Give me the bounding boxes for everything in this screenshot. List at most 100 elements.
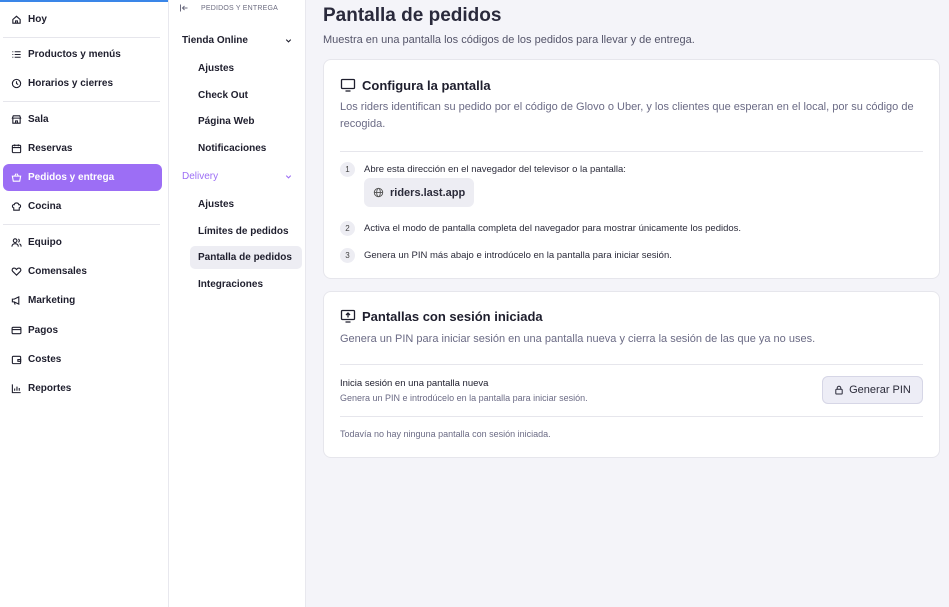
page-subtitle: Muestra en una pantalla los códigos de l… bbox=[323, 34, 695, 46]
sidebar-item-label: Comensales bbox=[28, 266, 87, 277]
new-screen-subtitle: Genera un PIN e introdúcelo en la pantal… bbox=[340, 393, 588, 403]
card-description: Genera un PIN para iniciar sesión en una… bbox=[340, 333, 816, 345]
sidebar-item-productos[interactable]: Productos y menús bbox=[3, 41, 162, 68]
page-title: Pantalla de pedidos bbox=[323, 5, 502, 26]
sidebar-item-pedidos[interactable]: Pedidos y entrega bbox=[3, 164, 162, 191]
sidebar-item-label: Reportes bbox=[28, 383, 72, 394]
subnav-label: Ajustes bbox=[198, 63, 235, 74]
card-title-text: Pantallas con sesión iniciada bbox=[362, 308, 543, 324]
sidebar-item-label: Horarios y cierres bbox=[28, 78, 114, 89]
sidebar-item-label: Equipo bbox=[28, 237, 62, 248]
subnav-label: Check Out bbox=[198, 90, 249, 101]
sidebar-item-horarios[interactable]: Horarios y cierres bbox=[3, 70, 162, 97]
globe-icon bbox=[373, 187, 384, 198]
card-title: Pantallas con sesión iniciada bbox=[340, 308, 543, 324]
divider bbox=[340, 364, 923, 365]
sidebar-item-marketing[interactable]: Marketing bbox=[3, 287, 162, 314]
group-label: Tienda Online bbox=[182, 34, 248, 46]
button-label: Generar PIN bbox=[849, 384, 911, 396]
monitor-icon bbox=[340, 78, 356, 92]
subnav-item-notificaciones[interactable]: Notificaciones bbox=[190, 137, 302, 160]
step-1: 1 Abre esta dirección en el navegador de… bbox=[340, 162, 626, 177]
subnav-label: Página Web bbox=[198, 116, 255, 127]
sidebar-item-label: Productos y menús bbox=[28, 49, 121, 60]
step-number: 2 bbox=[340, 221, 355, 236]
step-text: Genera un PIN más abajo e introdúcelo en… bbox=[364, 250, 672, 261]
card-description: Los riders identifican su pedido por el … bbox=[340, 101, 914, 130]
url-text: riders.last.app bbox=[390, 186, 466, 199]
logged-screens-card: Pantallas con sesión iniciada Genera un … bbox=[323, 291, 940, 458]
sidebar-item-pagos[interactable]: Pagos bbox=[3, 317, 162, 344]
basket-icon bbox=[11, 172, 22, 183]
users-icon bbox=[11, 237, 22, 248]
sidebar-item-reportes[interactable]: Reportes bbox=[3, 375, 162, 402]
step-3: 3 Genera un PIN más abajo e introdúcelo … bbox=[340, 248, 672, 263]
home-icon bbox=[11, 14, 22, 25]
lock-icon bbox=[835, 385, 843, 395]
divider bbox=[3, 101, 160, 102]
url-chip[interactable]: riders.last.app bbox=[364, 178, 475, 207]
divider bbox=[3, 224, 160, 225]
new-screen-title: Inicia sesión en una pantalla nueva bbox=[340, 378, 489, 389]
subnav-item-ajustes-delivery[interactable]: Ajustes bbox=[190, 193, 302, 216]
card-title: Configura la pantalla bbox=[340, 77, 491, 93]
configure-screen-card: Configura la pantalla Los riders identif… bbox=[323, 59, 940, 279]
subnav-item-check-out[interactable]: Check Out bbox=[190, 84, 302, 107]
top-accent-line bbox=[0, 0, 168, 2]
card-title-text: Configura la pantalla bbox=[362, 77, 491, 93]
sidebar-item-label: Hoy bbox=[28, 14, 47, 25]
sidebar-item-equipo[interactable]: Equipo bbox=[3, 229, 162, 256]
sidebar-item-reservas[interactable]: Reservas bbox=[3, 135, 162, 162]
collapse-icon[interactable] bbox=[179, 3, 189, 13]
sidebar-item-comensales[interactable]: Comensales bbox=[3, 258, 162, 285]
section-title: PEDIDOS Y ENTREGA bbox=[201, 4, 279, 12]
card-icon bbox=[11, 325, 22, 336]
divider bbox=[340, 151, 923, 152]
step-text: Abre esta dirección en el navegador del … bbox=[364, 164, 626, 175]
empty-state-text: Todavía no hay ninguna pantalla con sesi… bbox=[340, 429, 551, 439]
clock-icon bbox=[11, 78, 22, 89]
wallet-icon bbox=[11, 354, 22, 365]
calendar-icon bbox=[11, 143, 22, 154]
generate-pin-button[interactable]: Generar PIN bbox=[822, 376, 923, 404]
subnav-label: Notificaciones bbox=[198, 143, 267, 154]
section-header: PEDIDOS Y ENTREGA bbox=[179, 3, 278, 13]
subnav-label: Límites de pedidos bbox=[198, 226, 289, 237]
subnav-item-limites[interactable]: Límites de pedidos bbox=[190, 220, 302, 243]
step-text: Activa el modo de pantalla completa del … bbox=[364, 223, 742, 234]
chevron-down-icon bbox=[285, 174, 292, 179]
sidebar-item-label: Cocina bbox=[28, 201, 62, 212]
sidebar-item-hoy[interactable]: Hoy bbox=[3, 6, 162, 33]
sidebar-item-label: Costes bbox=[28, 354, 62, 365]
subnav-item-integraciones[interactable]: Integraciones bbox=[190, 273, 302, 296]
step-2: 2 Activa el modo de pantalla completa de… bbox=[340, 221, 741, 236]
divider bbox=[340, 416, 923, 417]
sidebar-item-label: Reservas bbox=[28, 143, 73, 154]
sidebar-item-label: Pedidos y entrega bbox=[28, 172, 115, 183]
sidebar-item-label: Marketing bbox=[28, 295, 76, 306]
step-number: 3 bbox=[340, 248, 355, 263]
chart-icon bbox=[11, 383, 22, 394]
list-icon bbox=[11, 49, 22, 60]
subnav-label: Ajustes bbox=[198, 199, 235, 210]
store-icon bbox=[11, 114, 22, 125]
chef-hat-icon bbox=[11, 201, 22, 212]
subnav-item-pantalla-pedidos[interactable]: Pantalla de pedidos bbox=[190, 246, 302, 269]
subnav-label: Integraciones bbox=[198, 279, 264, 290]
sidebar-item-cocina[interactable]: Cocina bbox=[3, 193, 162, 220]
heart-icon bbox=[11, 266, 22, 277]
subnav-item-ajustes[interactable]: Ajustes bbox=[190, 57, 302, 80]
sidebar-item-label: Pagos bbox=[28, 325, 59, 336]
subnav-label: Pantalla de pedidos bbox=[198, 252, 292, 263]
subnav-group-delivery[interactable]: Delivery bbox=[173, 165, 301, 187]
sidebar-item-costes[interactable]: Costes bbox=[3, 346, 162, 373]
chevron-down-icon bbox=[285, 38, 292, 43]
section-sidebar: PEDIDOS Y ENTREGA Tienda Online Ajustes … bbox=[169, 0, 306, 607]
sidebar-item-sala[interactable]: Sala bbox=[3, 106, 162, 133]
subnav-item-pagina-web[interactable]: Página Web bbox=[190, 110, 302, 133]
subnav-group-tienda-online[interactable]: Tienda Online bbox=[173, 29, 301, 51]
step-number: 1 bbox=[340, 162, 355, 177]
main-content: Pantalla de pedidos Muestra en una panta… bbox=[306, 0, 949, 607]
megaphone-icon bbox=[11, 295, 22, 306]
group-label: Delivery bbox=[182, 170, 219, 182]
